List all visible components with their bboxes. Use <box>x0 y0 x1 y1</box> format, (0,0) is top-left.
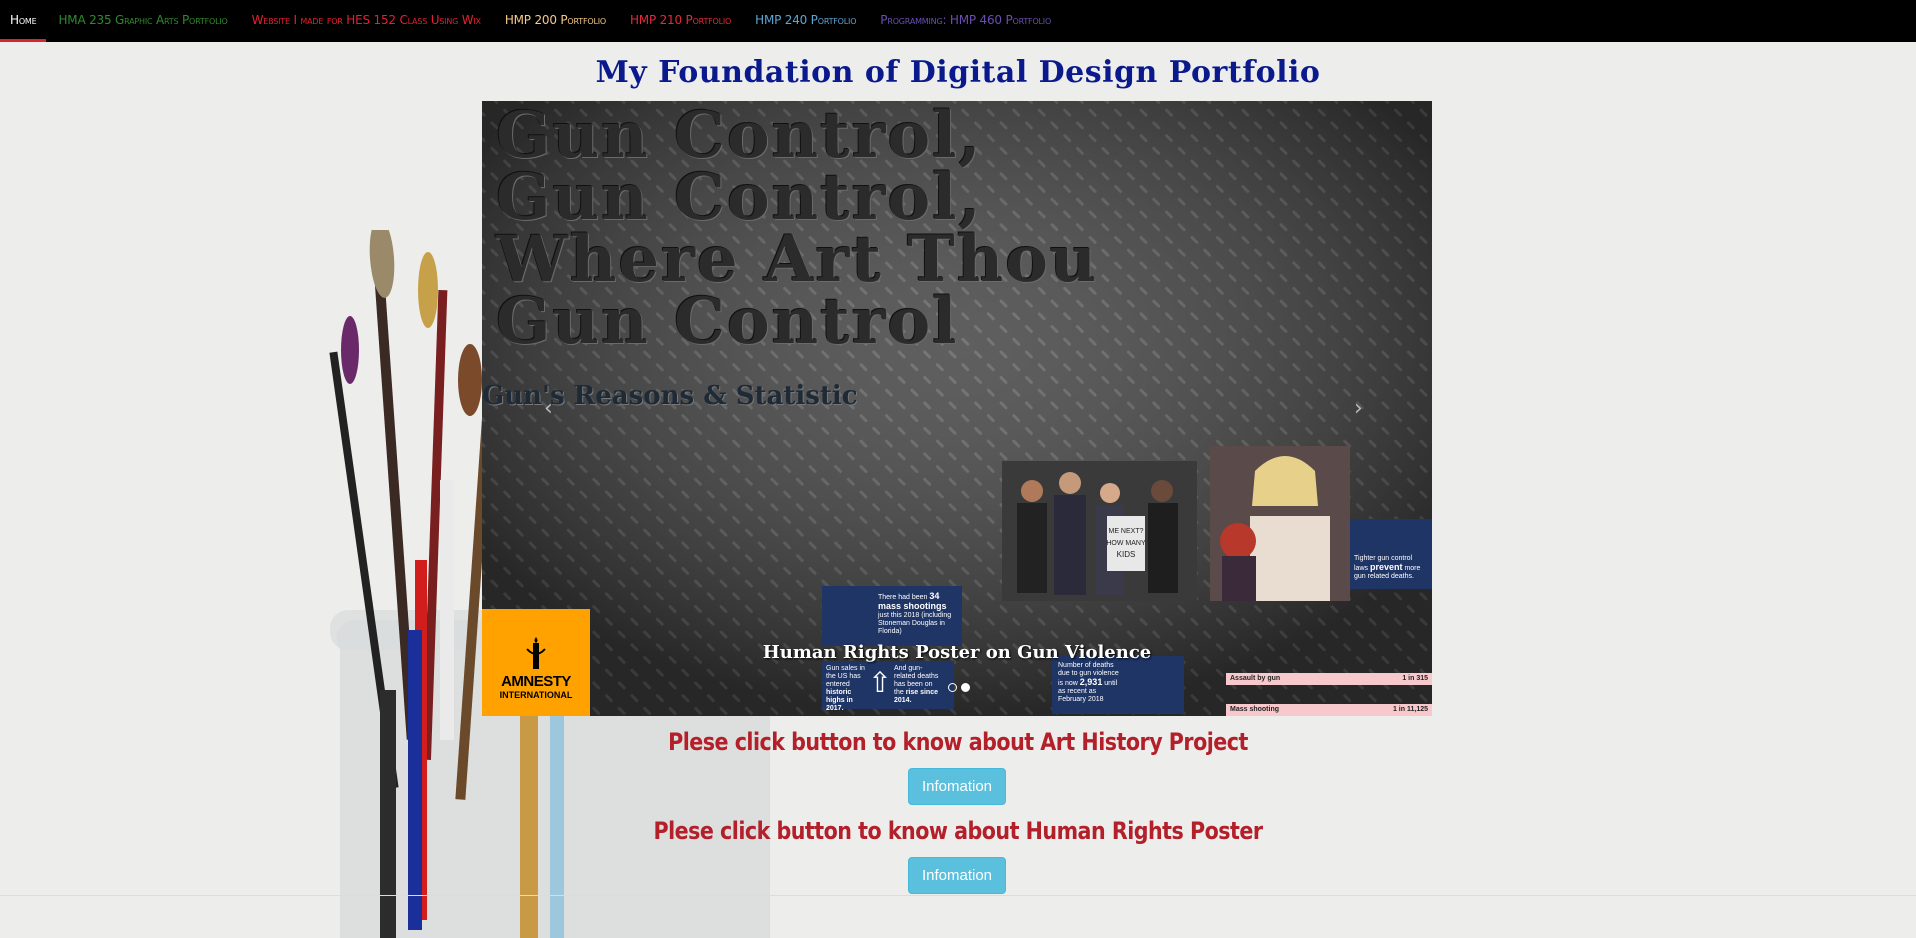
nav-item-5[interactable]: HMP 240 Portfolio <box>743 0 868 42</box>
image-carousel[interactable]: Gun Control, Gun Control, Where Art Thou… <box>482 101 1432 716</box>
protest-students-photo: ME NEXT? HOW MANY KIDS <box>1002 461 1197 601</box>
nav-item-6[interactable]: Programming: HMP 460 Portfolio <box>868 0 1063 42</box>
nav-item-3[interactable]: HMP 200 Portfolio <box>493 0 618 42</box>
art-history-heading: Plese click button to know about Art His… <box>668 728 1248 756</box>
statistic-title: Gun's Reasons & Statistic <box>482 381 858 411</box>
svg-text:KIDS: KIDS <box>1117 550 1136 559</box>
art-history-info-button[interactable]: Infomation <box>908 768 1006 805</box>
nav-item-4[interactable]: HMP 210 Portfolio <box>618 0 743 42</box>
nav-item-home[interactable]: Home <box>0 0 47 42</box>
up-arrow-icon: ⇧ <box>868 667 892 698</box>
divider <box>0 895 1916 896</box>
chevron-left-icon[interactable]: ‹ <box>544 396 553 421</box>
human-rights-heading: Plese click button to know about Human R… <box>653 817 1263 845</box>
carousel-indicators <box>948 683 970 692</box>
gun-sales-info-box: Gun sales in the US has entered historic… <box>822 661 954 712</box>
svg-text:HOW MANY: HOW MANY <box>1106 540 1146 547</box>
nav-item-2[interactable]: Website I made for HES 152 Class Using W… <box>240 0 493 42</box>
carousel-caption: Human Rights Poster on Gun Violence <box>762 642 1152 663</box>
top-navbar: Home HMA 235 Graphic Arts Portfolio Websit… <box>0 0 1916 42</box>
stat-row-assault: Assault by gun 1 in 315 <box>1226 673 1432 685</box>
svg-text:ME NEXT?: ME NEXT? <box>1108 528 1143 535</box>
chevron-right-icon[interactable]: › <box>1354 396 1363 421</box>
mass-shootings-info-box: There had been 34 mass shootings just th… <box>822 586 962 646</box>
nav-item-1[interactable]: HMA 235 Graphic Arts Portfolio <box>46 0 239 42</box>
page-title: My Foundation of Digital Design Portfoli… <box>595 55 1321 90</box>
stat-row-mass-shooting: Mass shooting 1 in 11,125 <box>1226 704 1432 716</box>
carousel-indicator-1[interactable] <box>948 683 957 692</box>
grieving-woman-photo <box>1210 446 1350 601</box>
human-rights-info-button[interactable]: Infomation <box>908 857 1006 894</box>
carousel-indicator-2[interactable] <box>961 683 970 692</box>
amnesty-line1: AMNESTY <box>501 673 571 690</box>
amnesty-line2: INTERNATIONAL <box>499 690 573 700</box>
headline-line-4: Gun Control <box>496 284 959 359</box>
gun-control-info-box: Tighter gun control laws prevent more gu… <box>1350 519 1432 589</box>
gun-deaths-info-box: Number of deaths due to gun violence is … <box>1052 656 1184 714</box>
